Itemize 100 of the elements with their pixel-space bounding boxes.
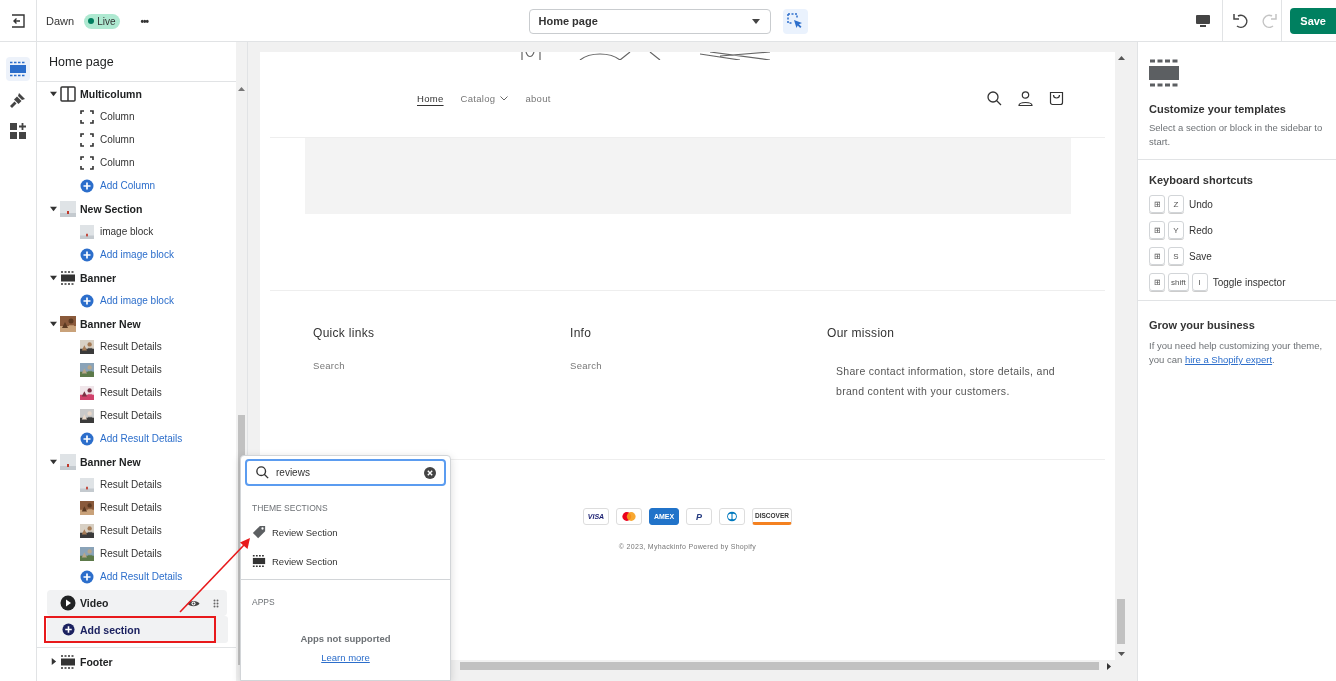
payment-card-icon bbox=[719, 508, 745, 525]
key-cap: ⊞ bbox=[1149, 195, 1165, 213]
column-icon bbox=[80, 132, 94, 147]
section-option[interactable]: Review Section bbox=[241, 553, 450, 569]
nav-link[interactable]: Catalog bbox=[460, 93, 509, 104]
add-block-link[interactable]: Add Result Details bbox=[37, 427, 237, 450]
block-item[interactable]: Column bbox=[37, 151, 237, 174]
apps-icon bbox=[10, 123, 26, 139]
account-icon[interactable] bbox=[1018, 91, 1033, 106]
caret-icon[interactable] bbox=[50, 658, 57, 665]
section-item[interactable]: Footer bbox=[37, 650, 228, 673]
group-heading: THEME SECTIONS bbox=[252, 503, 329, 513]
desktop-icon[interactable] bbox=[1196, 14, 1211, 28]
nav-link[interactable]: about bbox=[525, 93, 551, 104]
block-item[interactable]: Column bbox=[37, 128, 237, 151]
group-heading: APPS bbox=[252, 597, 276, 607]
section-item[interactable]: Multicolumn bbox=[37, 82, 228, 105]
add-block-link[interactable]: Add Column bbox=[37, 174, 237, 197]
caret-icon[interactable] bbox=[50, 274, 57, 281]
key-cap: ⊞ bbox=[1149, 221, 1165, 239]
section-option[interactable]: Review Section bbox=[241, 524, 450, 540]
add-icon bbox=[80, 431, 94, 446]
panel-title: Keyboard shortcuts bbox=[1149, 174, 1254, 186]
add-block-link[interactable]: Add image block bbox=[37, 243, 237, 266]
add-icon bbox=[80, 247, 94, 262]
clear-icon[interactable] bbox=[424, 466, 436, 479]
column-icon bbox=[80, 155, 94, 170]
panel-description: Select a section or block in the sidebar to start. bbox=[1149, 121, 1324, 149]
block-item[interactable]: Column bbox=[37, 105, 237, 128]
scroll-thumb[interactable] bbox=[1117, 599, 1125, 644]
search-icon[interactable] bbox=[987, 91, 1002, 106]
image-placeholder-icon bbox=[60, 453, 76, 470]
nav-link[interactable]: Home bbox=[417, 93, 444, 104]
add-icon bbox=[80, 569, 94, 584]
scroll-thumb[interactable] bbox=[460, 662, 1099, 670]
shortcut-label: Redo bbox=[1189, 224, 1213, 236]
eye-icon[interactable] bbox=[187, 598, 201, 608]
block-item[interactable]: Result Details bbox=[37, 473, 237, 496]
shortcut-label: Undo bbox=[1189, 198, 1213, 210]
banner-icon bbox=[60, 269, 76, 286]
play-icon bbox=[60, 595, 76, 611]
status-badge: Live bbox=[84, 13, 121, 29]
caret-icon[interactable] bbox=[50, 458, 57, 465]
sidebar-title: Home page bbox=[49, 54, 114, 69]
inspector-button[interactable] bbox=[782, 8, 808, 34]
tag-icon bbox=[252, 525, 266, 539]
column-icon bbox=[80, 109, 94, 124]
block-item[interactable]: Result Details bbox=[37, 404, 237, 427]
section-item[interactable]: Banner bbox=[37, 266, 228, 289]
caret-icon[interactable] bbox=[50, 90, 57, 97]
template-select[interactable]: Home page bbox=[528, 8, 771, 34]
footer-heading: Our mission bbox=[827, 326, 896, 340]
apps-message: Apps not supported bbox=[300, 633, 391, 644]
more-button[interactable]: ••• bbox=[140, 15, 148, 27]
scroll-up-icon[interactable] bbox=[1117, 56, 1125, 60]
scroll-right-icon[interactable] bbox=[1107, 662, 1111, 670]
footer-link[interactable]: Search bbox=[313, 360, 570, 371]
paintbrush-icon bbox=[10, 92, 26, 108]
key-cap: Z bbox=[1168, 195, 1184, 213]
section-icon bbox=[1149, 59, 1179, 87]
add-block-link[interactable]: Add image block bbox=[37, 289, 237, 312]
sections-icon bbox=[10, 61, 26, 77]
section-item[interactable]: Banner New bbox=[37, 312, 228, 335]
banner-icon bbox=[60, 653, 76, 670]
image-placeholder-icon bbox=[60, 200, 76, 217]
block-item[interactable]: Result Details bbox=[37, 381, 237, 404]
footer-link[interactable]: Search bbox=[570, 360, 827, 371]
key-cap: ⊞ bbox=[1149, 247, 1165, 265]
payment-card-icon bbox=[616, 508, 642, 525]
block-item[interactable]: image block bbox=[37, 220, 237, 243]
scroll-down-icon[interactable] bbox=[1117, 652, 1125, 656]
caret-icon[interactable] bbox=[50, 205, 57, 212]
block-item[interactable]: Result Details bbox=[37, 519, 237, 542]
shortcut-label: Save bbox=[1189, 250, 1212, 262]
save-button[interactable]: Save bbox=[1290, 8, 1336, 34]
rail-tab[interactable] bbox=[6, 57, 30, 81]
block-item[interactable]: Result Details bbox=[37, 335, 237, 358]
key-cap: I bbox=[1191, 273, 1208, 291]
footer-text: Share contact information, store details, and brand content with your customers. bbox=[836, 364, 1056, 399]
block-item[interactable]: Result Details bbox=[37, 496, 237, 519]
section-item[interactable]: Video bbox=[47, 590, 228, 616]
banner-icon bbox=[252, 554, 266, 568]
section-item[interactable]: New Section bbox=[37, 197, 228, 220]
add-icon bbox=[80, 178, 94, 193]
search-field[interactable]: reviews bbox=[245, 459, 446, 486]
caret-icon[interactable] bbox=[50, 320, 57, 327]
payment-badge: P bbox=[686, 508, 712, 525]
exit-icon bbox=[11, 14, 25, 28]
key-cap: S bbox=[1168, 247, 1184, 265]
drag-handle-icon[interactable] bbox=[213, 598, 220, 608]
block-item[interactable]: Result Details bbox=[37, 542, 237, 565]
key-cap: shift bbox=[1168, 273, 1189, 291]
add-block-link[interactable]: Add Result Details bbox=[37, 565, 237, 588]
learn-more-link[interactable]: Learn more bbox=[321, 652, 370, 663]
columns-icon bbox=[60, 85, 76, 102]
caret-icon bbox=[751, 18, 760, 24]
block-item[interactable]: Result Details bbox=[37, 358, 237, 381]
scroll-up-icon[interactable] bbox=[238, 87, 245, 91]
cart-icon[interactable] bbox=[1049, 91, 1064, 106]
section-item[interactable]: Banner New bbox=[37, 450, 228, 473]
